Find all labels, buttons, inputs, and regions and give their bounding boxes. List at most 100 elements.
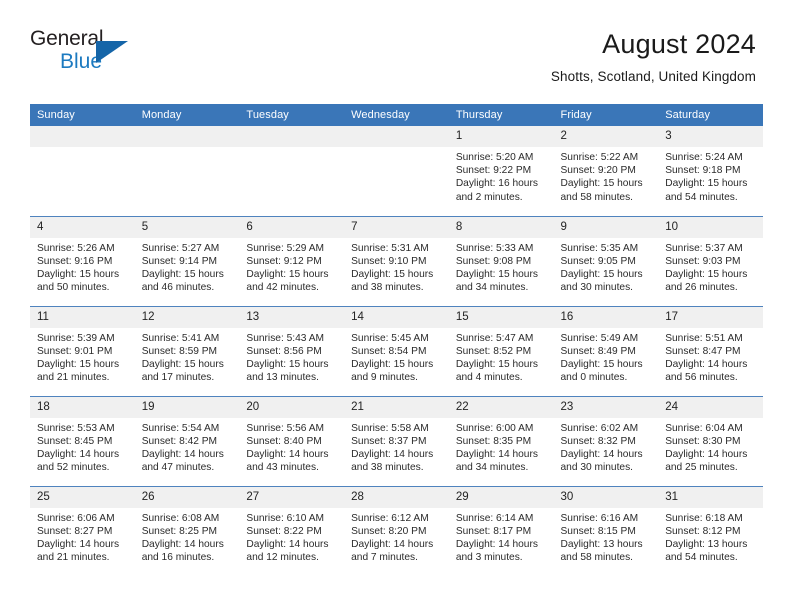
calendar-day-cell[interactable]: 16 Sunrise: 5:49 AM Sunset: 8:49 PM Dayligh… bbox=[553, 305, 659, 396]
day-details: Sunrise: 5:24 AM Sunset: 9:18 PM Daylight:… bbox=[658, 147, 763, 204]
daylight-text-cont: and 38 minutes. bbox=[351, 282, 424, 294]
calendar-day-cell[interactable]: 3 Sunrise: 5:24 AM Sunset: 9:18 PM Daylight… bbox=[658, 126, 763, 216]
day-number: 27 bbox=[239, 486, 345, 508]
sunrise-text: Sunrise: 6:02 AM bbox=[560, 422, 639, 434]
calendar-day-cell[interactable]: 15 Sunrise: 5:47 AM Sunset: 8:52 PM Dayligh… bbox=[448, 305, 554, 396]
calendar-day-cell[interactable]: 22 Sunrise: 6:00 AM Sunset: 8:35 PM Dayligh… bbox=[448, 395, 554, 486]
calendar-day-cell[interactable]: 9 Sunrise: 5:35 AM Sunset: 9:05 PM Daylight… bbox=[553, 215, 659, 306]
day-number: 11 bbox=[30, 306, 135, 328]
calendar-day-cell[interactable]: 31 Sunrise: 6:18 AM Sunset: 8:12 PM Dayligh… bbox=[658, 485, 763, 576]
day-details: Sunrise: 5:35 AM Sunset: 9:05 PM Daylight:… bbox=[554, 238, 659, 295]
sunrise-sunset-calendar: Sunday Monday Tuesday Wednesday Thursday Frid… bbox=[30, 104, 763, 576]
daylight-text-cont: and 0 minutes. bbox=[560, 372, 628, 384]
day-number: 18 bbox=[30, 396, 135, 418]
daylight-text-cont: and 21 minutes. bbox=[37, 372, 110, 384]
sunrise-text: Sunrise: 5:58 AM bbox=[351, 422, 429, 434]
sunrise-text: Sunrise: 5:37 AM bbox=[665, 242, 743, 254]
sunrise-text: Sunrise: 5:41 AM bbox=[141, 332, 220, 344]
day-details: Sunrise: 6:02 AM Sunset: 8:32 PM Daylight:… bbox=[554, 418, 659, 475]
day-details: Sunrise: 5:45 AM Sunset: 8:54 PM Daylight:… bbox=[344, 328, 449, 385]
daylight-text: Daylight: 15 hours bbox=[455, 358, 538, 370]
day-details: Sunrise: 5:29 AM Sunset: 9:12 PM Daylight:… bbox=[239, 238, 344, 295]
sunrise-text: Sunrise: 5:31 AM bbox=[351, 242, 429, 254]
calendar-day-cell[interactable]: 17 Sunrise: 5:51 AM Sunset: 8:47 PM Dayligh… bbox=[658, 305, 763, 396]
calendar-day-cell[interactable]: 4 Sunrise: 5:26 AM Sunset: 9:16 PM Daylight… bbox=[30, 215, 135, 306]
calendar-day-cell[interactable]: 11 Sunrise: 5:39 AM Sunset: 9:01 PM Dayligh… bbox=[30, 305, 135, 396]
day-number bbox=[239, 126, 345, 147]
sunset-text: Sunset: 9:14 PM bbox=[141, 255, 218, 267]
sunrise-text: Sunrise: 6:08 AM bbox=[141, 512, 220, 524]
calendar-day-cell[interactable]: 13 Sunrise: 5:43 AM Sunset: 8:56 PM Dayligh… bbox=[239, 305, 345, 396]
daylight-text-cont: and 26 minutes. bbox=[665, 282, 738, 294]
daylight-text: Daylight: 13 hours bbox=[560, 538, 643, 550]
sunset-text: Sunset: 9:18 PM bbox=[665, 165, 741, 177]
calendar-day-cell[interactable]: 6 Sunrise: 5:29 AM Sunset: 9:12 PM Daylight… bbox=[239, 215, 345, 306]
calendar-day-cell[interactable]: 2 Sunrise: 5:22 AM Sunset: 9:20 PM Daylight… bbox=[553, 126, 659, 216]
daylight-text: Daylight: 15 hours bbox=[37, 268, 120, 280]
daylight-text: Daylight: 13 hours bbox=[665, 538, 748, 550]
daylight-text-cont: and 25 minutes. bbox=[665, 462, 738, 474]
calendar-day-cell[interactable]: 26 Sunrise: 6:08 AM Sunset: 8:25 PM Dayligh… bbox=[134, 485, 240, 576]
daylight-text: Daylight: 15 hours bbox=[141, 268, 224, 280]
sunset-text: Sunset: 8:20 PM bbox=[351, 525, 427, 537]
daylight-text-cont: and 2 minutes. bbox=[455, 191, 523, 203]
calendar-day-cell[interactable]: 28 Sunrise: 6:12 AM Sunset: 8:20 PM Dayligh… bbox=[344, 485, 449, 576]
daylight-text: Daylight: 14 hours bbox=[351, 448, 434, 460]
calendar-day-cell[interactable]: 14 Sunrise: 5:45 AM Sunset: 8:54 PM Dayligh… bbox=[344, 305, 449, 396]
daylight-text-cont: and 54 minutes. bbox=[665, 191, 738, 203]
day-details: Sunrise: 5:49 AM Sunset: 8:49 PM Daylight:… bbox=[554, 328, 659, 385]
sunset-text: Sunset: 8:27 PM bbox=[37, 525, 113, 537]
logo-text-general: General bbox=[30, 27, 104, 50]
daylight-text-cont: and 17 minutes. bbox=[141, 372, 215, 384]
day-details: Sunrise: 6:18 AM Sunset: 8:12 PM Daylight:… bbox=[658, 508, 763, 565]
day-details: Sunrise: 6:08 AM Sunset: 8:25 PM Daylight:… bbox=[135, 508, 240, 565]
calendar-day-cell[interactable]: 12 Sunrise: 5:41 AM Sunset: 8:59 PM Dayligh… bbox=[134, 305, 240, 396]
sunset-text: Sunset: 8:54 PM bbox=[351, 345, 427, 357]
calendar-day-cell[interactable]: 7 Sunrise: 5:31 AM Sunset: 9:10 PM Daylight… bbox=[344, 215, 449, 306]
calendar-day-cell[interactable]: 1 Sunrise: 5:20 AM Sunset: 9:22 PM Daylight… bbox=[448, 126, 554, 216]
daylight-text: Daylight: 15 hours bbox=[455, 268, 538, 280]
day-number: 30 bbox=[553, 486, 659, 508]
daylight-text-cont: and 58 minutes. bbox=[560, 191, 634, 203]
calendar-day-cell[interactable]: 25 Sunrise: 6:06 AM Sunset: 8:27 PM Dayligh… bbox=[30, 485, 135, 576]
calendar-day-cell[interactable]: 18 Sunrise: 5:53 AM Sunset: 8:45 PM Dayligh… bbox=[30, 395, 135, 486]
daylight-text-cont: and 43 minutes. bbox=[246, 462, 319, 474]
calendar-day-cell[interactable]: 24 Sunrise: 6:04 AM Sunset: 8:30 PM Dayligh… bbox=[658, 395, 763, 486]
day-number: 28 bbox=[344, 486, 449, 508]
calendar-day-cell[interactable]: 21 Sunrise: 5:58 AM Sunset: 8:37 PM Dayligh… bbox=[344, 395, 449, 486]
sunrise-text: Sunrise: 5:39 AM bbox=[37, 332, 115, 344]
calendar-day-cell[interactable]: 5 Sunrise: 5:27 AM Sunset: 9:14 PM Daylight… bbox=[134, 215, 240, 306]
day-number: 9 bbox=[553, 216, 659, 238]
sunset-text: Sunset: 9:20 PM bbox=[560, 165, 636, 177]
calendar-day-cell[interactable]: 29 Sunrise: 6:14 AM Sunset: 8:17 PM Dayligh… bbox=[448, 485, 554, 576]
weekday-header-row: Sunday Monday Tuesday Wednesday Thursday Frid… bbox=[30, 104, 763, 126]
day-number: 26 bbox=[134, 486, 240, 508]
weekday-header-wednesday: Wednesday bbox=[344, 104, 449, 126]
daylight-text: Daylight: 14 hours bbox=[455, 538, 538, 550]
day-number: 4 bbox=[30, 216, 135, 238]
sunrise-text: Sunrise: 5:49 AM bbox=[560, 332, 639, 344]
calendar-day-cell[interactable]: 8 Sunrise: 5:33 AM Sunset: 9:08 PM Daylight… bbox=[448, 215, 554, 306]
calendar-day-cell[interactable]: 30 Sunrise: 6:16 AM Sunset: 8:15 PM Dayligh… bbox=[553, 485, 659, 576]
day-number: 3 bbox=[658, 126, 763, 147]
day-details: Sunrise: 6:10 AM Sunset: 8:22 PM Daylight:… bbox=[239, 508, 344, 565]
page-title: August 2024 bbox=[602, 29, 756, 59]
title-block: August 2024 Shotts, Scotland, United Kin… bbox=[551, 28, 756, 83]
day-number: 25 bbox=[30, 486, 135, 508]
day-number: 5 bbox=[134, 216, 240, 238]
sunrise-text: Sunrise: 5:51 AM bbox=[665, 332, 743, 344]
sunrise-text: Sunrise: 5:54 AM bbox=[141, 422, 220, 434]
calendar-day-cell[interactable]: 10 Sunrise: 5:37 AM Sunset: 9:03 PM Dayligh… bbox=[658, 215, 763, 306]
calendar-day-cell[interactable]: 19 Sunrise: 5:54 AM Sunset: 8:42 PM Dayligh… bbox=[134, 395, 240, 486]
daylight-text-cont: and 9 minutes. bbox=[351, 372, 418, 384]
day-details: Sunrise: 5:22 AM Sunset: 9:20 PM Daylight:… bbox=[554, 147, 659, 204]
daylight-text: Daylight: 15 hours bbox=[351, 268, 434, 280]
sunset-text: Sunset: 9:10 PM bbox=[351, 255, 427, 267]
weekday-header-saturday: Saturday bbox=[658, 104, 763, 126]
calendar-day-cell[interactable]: 23 Sunrise: 6:02 AM Sunset: 8:32 PM Dayligh… bbox=[553, 395, 659, 486]
calendar-day-cell[interactable]: 20 Sunrise: 5:56 AM Sunset: 8:40 PM Dayligh… bbox=[239, 395, 345, 486]
calendar-day-cell[interactable]: 27 Sunrise: 6:10 AM Sunset: 8:22 PM Dayligh… bbox=[239, 485, 345, 576]
sunrise-text: Sunrise: 6:12 AM bbox=[351, 512, 429, 524]
sunrise-text: Sunrise: 6:14 AM bbox=[455, 512, 534, 524]
day-details: Sunrise: 5:37 AM Sunset: 9:03 PM Daylight:… bbox=[658, 238, 763, 295]
